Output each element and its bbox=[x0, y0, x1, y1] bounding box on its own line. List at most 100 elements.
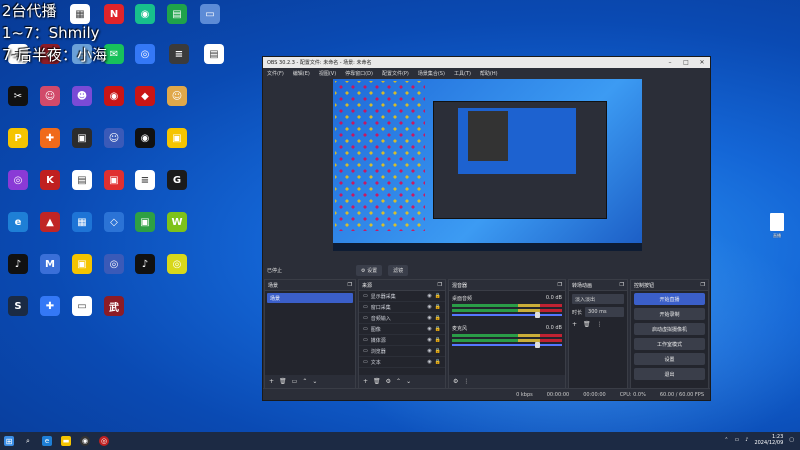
desktop-icon[interactable]: ▤ bbox=[68, 170, 96, 206]
visibility-icon[interactable]: ◉ bbox=[427, 359, 431, 365]
desktop-icon[interactable]: ♪ bbox=[4, 254, 32, 290]
minimize-icon[interactable]: – bbox=[662, 59, 678, 66]
close-icon[interactable]: ✕ bbox=[694, 59, 710, 66]
volume-slider[interactable] bbox=[452, 312, 562, 318]
desktop-icon[interactable]: ▭ bbox=[68, 296, 96, 332]
lock-icon[interactable]: 🔒 bbox=[435, 359, 441, 365]
dock-float-icon[interactable]: ❐ bbox=[558, 282, 562, 288]
desktop-icon[interactable]: ☻ bbox=[68, 86, 96, 122]
duration-input[interactable]: 300 ms bbox=[585, 307, 624, 317]
volume-slider[interactable] bbox=[452, 342, 562, 348]
maximize-icon[interactable]: □ bbox=[678, 59, 694, 66]
menu-help[interactable]: 帮助(H) bbox=[480, 70, 498, 77]
add-scene-icon[interactable]: + bbox=[269, 378, 274, 385]
lock-icon[interactable]: 🔒 bbox=[435, 348, 441, 354]
remove-transition-icon[interactable]: 🗑 bbox=[583, 321, 591, 328]
source-item[interactable]: ▭ 显示器采集 ◉ 🔒 bbox=[359, 291, 445, 302]
visibility-icon[interactable]: ◉ bbox=[427, 304, 431, 310]
remove-scene-icon[interactable]: 🗑 bbox=[279, 378, 287, 385]
desktop-icon[interactable]: ◎ bbox=[4, 170, 32, 206]
desktop-icon[interactable]: S bbox=[4, 296, 32, 332]
menu-tools[interactable]: 工具(T) bbox=[454, 70, 471, 77]
desktop-icon[interactable]: ☺ bbox=[36, 86, 64, 122]
explorer-icon[interactable]: ▬ bbox=[61, 436, 71, 446]
source-item[interactable]: ▭ 文本 ◉ 🔒 bbox=[359, 357, 445, 368]
tray-arrow-icon[interactable]: ⌃ bbox=[724, 437, 728, 443]
menu-view[interactable]: 视图(V) bbox=[319, 70, 336, 77]
clock[interactable]: 1:23 2024/12/09 bbox=[754, 434, 783, 446]
more-icon[interactable]: ⋮ bbox=[463, 378, 469, 385]
desktop-file-live[interactable]: 直播 bbox=[762, 213, 792, 238]
desktop-icon[interactable]: W bbox=[163, 212, 191, 248]
lock-icon[interactable]: 🔒 bbox=[435, 293, 441, 299]
exit-button[interactable]: 退出 bbox=[634, 368, 705, 380]
dock-float-icon[interactable]: ❐ bbox=[438, 282, 442, 288]
desktop-icon[interactable]: ◎ bbox=[100, 254, 128, 290]
settings-button[interactable]: ⚙ 设置 bbox=[356, 264, 383, 276]
network-icon[interactable]: ▭ bbox=[735, 437, 740, 443]
desktop-icon[interactable]: ▣ bbox=[100, 170, 128, 206]
desktop-icon[interactable]: ▣ bbox=[163, 128, 191, 164]
studio-mode-button[interactable]: 工作室模式 bbox=[634, 338, 705, 350]
desktop-icon[interactable]: ≡ bbox=[131, 170, 159, 206]
desktop-icon[interactable]: ◆ bbox=[131, 86, 159, 122]
move-down-icon[interactable]: ⌄ bbox=[312, 378, 317, 385]
lock-icon[interactable]: 🔒 bbox=[435, 337, 441, 343]
desktop-icon[interactable]: ◎ bbox=[163, 254, 191, 290]
desktop-icon[interactable]: ♪ bbox=[131, 254, 159, 290]
source-props-icon[interactable]: ⚙ bbox=[386, 378, 391, 385]
remove-source-icon[interactable]: 🗑 bbox=[373, 378, 381, 385]
virtual-camera-button[interactable]: 启动虚拟摄像机 bbox=[634, 323, 705, 335]
desktop-icon[interactable]: ☺ bbox=[100, 128, 128, 164]
more-icon[interactable]: ⋮ bbox=[597, 321, 603, 328]
desktop-icon[interactable]: P bbox=[4, 128, 32, 164]
settings-button[interactable]: 设置 bbox=[634, 353, 705, 365]
audio-settings-icon[interactable]: ⚙ bbox=[453, 378, 458, 385]
visibility-icon[interactable]: ◉ bbox=[427, 337, 431, 343]
desktop-icon[interactable]: ◎ bbox=[131, 44, 159, 80]
move-up-icon[interactable]: ⌃ bbox=[302, 378, 307, 385]
visibility-icon[interactable]: ◉ bbox=[427, 348, 431, 354]
desktop-icon[interactable]: ✚ bbox=[36, 128, 64, 164]
desktop-icon[interactable]: ✚ bbox=[36, 296, 64, 332]
obs-preview[interactable] bbox=[333, 79, 642, 251]
menu-docks[interactable]: 停靠窗口(D) bbox=[345, 70, 373, 77]
app-icon[interactable]: ◎ bbox=[99, 436, 109, 446]
desktop-icon[interactable]: G bbox=[163, 170, 191, 206]
dock-float-icon[interactable]: ❐ bbox=[620, 282, 624, 288]
desktop-icon[interactable]: ▣ bbox=[68, 128, 96, 164]
desktop-icon[interactable]: e bbox=[4, 212, 32, 248]
dock-float-icon[interactable]: ❐ bbox=[348, 282, 352, 288]
move-up-icon[interactable]: ⌃ bbox=[396, 378, 401, 385]
desktop-icon[interactable]: ≡ bbox=[165, 44, 193, 80]
desktop-icon[interactable]: ▣ bbox=[68, 254, 96, 290]
add-source-icon[interactable]: + bbox=[363, 378, 368, 385]
desktop-icon[interactable]: ▣ bbox=[131, 212, 159, 248]
start-recording-button[interactable]: 开始录制 bbox=[634, 308, 705, 320]
desktop-icon[interactable]: ▲ bbox=[36, 212, 64, 248]
desktop-icon[interactable]: ☺ bbox=[163, 86, 191, 122]
desktop-icon[interactable]: ◉ bbox=[131, 4, 159, 40]
add-transition-icon[interactable]: + bbox=[572, 321, 577, 328]
move-down-icon[interactable]: ⌄ bbox=[406, 378, 411, 385]
menu-scene-collection[interactable]: 场景集合(S) bbox=[418, 70, 445, 77]
volume-icon[interactable]: ♪ bbox=[745, 437, 748, 443]
transition-type-select[interactable]: 淡入淡出 bbox=[572, 294, 624, 304]
edge-icon[interactable]: e bbox=[42, 436, 52, 446]
menu-file[interactable]: 文件(F) bbox=[267, 70, 284, 77]
desktop-icon[interactable]: ▦ bbox=[68, 212, 96, 248]
desktop-icon[interactable]: ▤ bbox=[163, 4, 191, 40]
visibility-icon[interactable]: ◉ bbox=[427, 315, 431, 321]
notification-icon[interactable]: ▢ bbox=[789, 437, 794, 443]
menu-profile[interactable]: 配置文件(P) bbox=[382, 70, 409, 77]
visibility-icon[interactable]: ◉ bbox=[427, 293, 431, 299]
desktop-icon[interactable]: ◉ bbox=[131, 128, 159, 164]
lock-icon[interactable]: 🔒 bbox=[435, 315, 441, 321]
source-item[interactable]: ▭ 音频输入 ◉ 🔒 bbox=[359, 313, 445, 324]
desktop-icon[interactable]: 武 bbox=[100, 296, 128, 332]
desktop-icon[interactable]: ◉ bbox=[100, 86, 128, 122]
scene-item[interactable]: 场景 bbox=[267, 293, 353, 303]
obs-icon[interactable]: ◉ bbox=[80, 436, 90, 446]
filters-button[interactable]: 滤镜 bbox=[388, 264, 409, 276]
lock-icon[interactable]: 🔒 bbox=[435, 326, 441, 332]
